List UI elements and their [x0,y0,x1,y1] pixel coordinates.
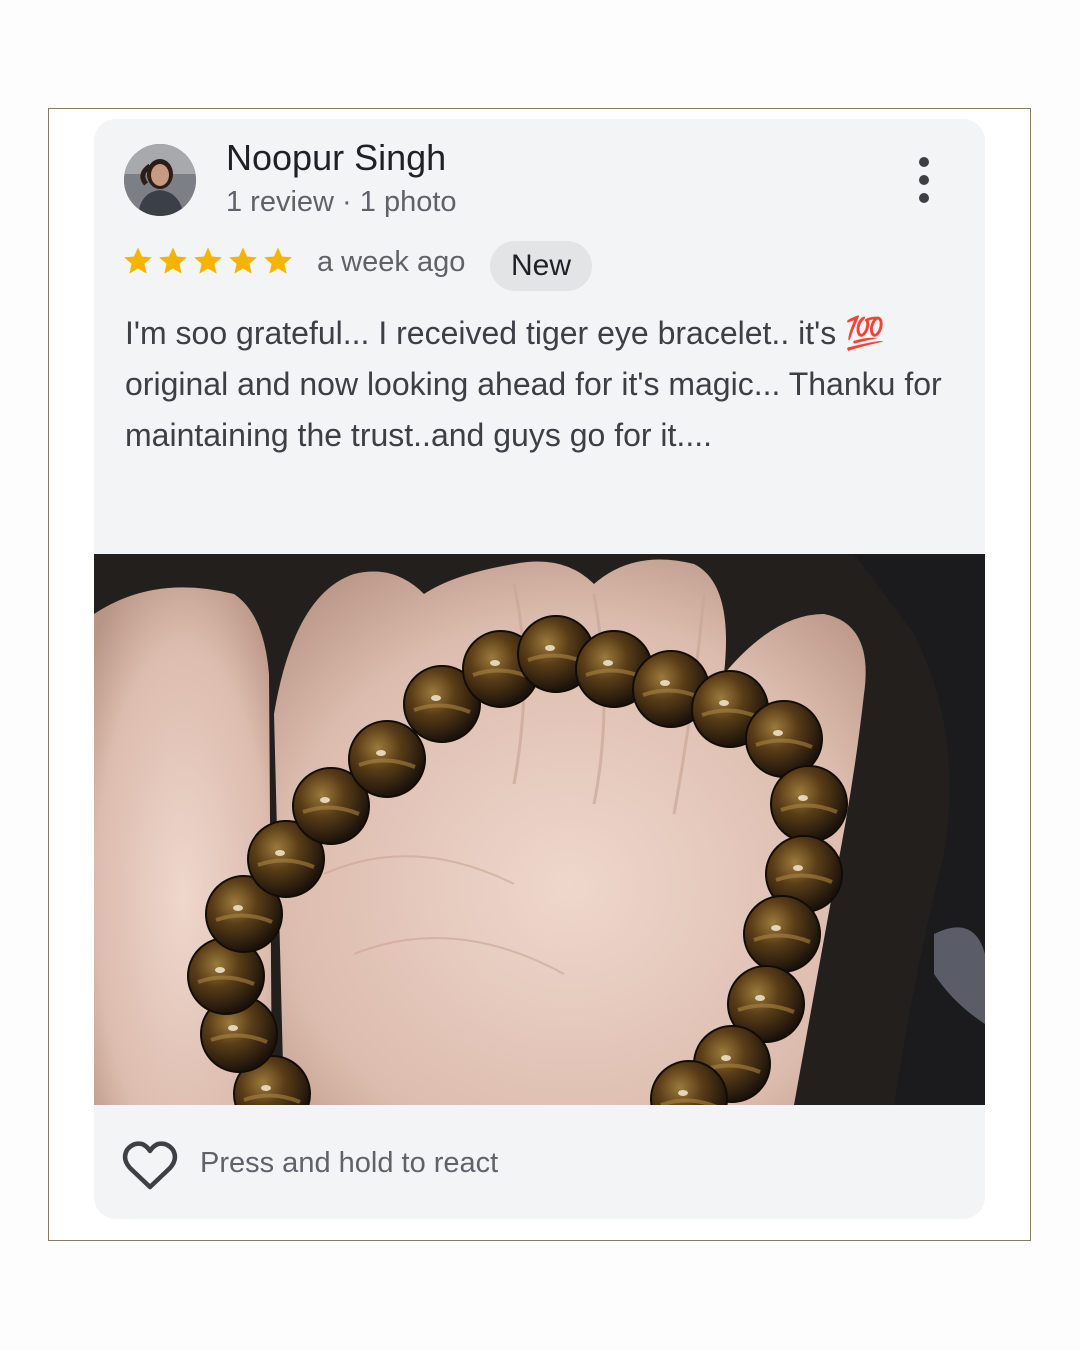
star-icon [264,247,292,274]
reviewer-name[interactable]: Noopur Singh [226,137,446,179]
star-rating [122,245,294,277]
star-icon [194,247,222,274]
review-text: I'm soo grateful... I received tiger eye… [125,315,942,453]
review-photo[interactable] [94,554,985,1105]
more-vert-icon [919,157,929,203]
more-options-button[interactable] [904,155,944,205]
review-footer: Press and hold to react [94,1105,985,1219]
review-time: a week ago [317,246,466,278]
new-badge: New [490,241,593,291]
heart-outline-icon[interactable] [122,1140,178,1192]
reviewer-avatar[interactable] [124,144,196,216]
review-card: Noopur Singh 1 review · 1 photo a week a… [94,119,985,1219]
star-icon [159,247,187,274]
react-hint-label: Press and hold to react [200,1147,499,1179]
star-icon [124,247,152,274]
star-icon [229,247,257,274]
reviewer-meta: 1 review · 1 photo [226,186,457,218]
